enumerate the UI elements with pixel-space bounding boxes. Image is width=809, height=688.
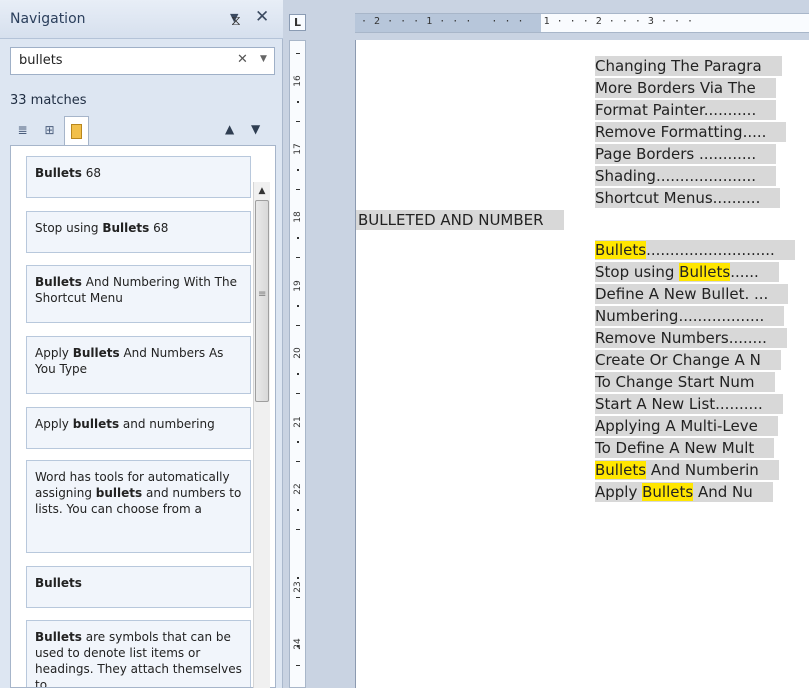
ruler-tick xyxy=(296,189,300,190)
toc-entry[interactable]: Changing The Paragra xyxy=(595,56,782,76)
search-options-icon[interactable]: ▼ xyxy=(260,54,267,64)
toc-entry[interactable]: Bullets........................... xyxy=(595,240,795,260)
ruler-dot xyxy=(297,373,299,375)
ruler-number: 16 xyxy=(293,75,303,87)
search-result-item[interactable]: Bullets And Numbering With The Shortcut … xyxy=(26,265,251,323)
toc-entry[interactable]: To Define A New Mult xyxy=(595,438,775,458)
tab-browse-pages[interactable]: ⊞ xyxy=(37,116,62,143)
results-icon xyxy=(71,123,82,139)
ruler-dot xyxy=(297,237,299,239)
headings-icon: ≣ xyxy=(17,122,28,137)
ruler-number: 18 xyxy=(293,211,303,223)
clear-search-icon[interactable]: ✕ xyxy=(237,52,248,67)
toc-entry[interactable]: Remove Formatting..... xyxy=(595,122,787,142)
toc-entry[interactable]: Numbering.................. xyxy=(595,306,785,326)
horizontal-ruler[interactable]: · 2 · · · 1 · · · · · · 1 · · · 2 · · · … xyxy=(355,13,809,33)
tab-browse-results[interactable] xyxy=(64,116,89,146)
previous-result-icon[interactable]: ▲ xyxy=(225,122,234,136)
search-results-list: Bullets 68 Stop using Bullets 68 Bullets… xyxy=(10,145,276,688)
toc-entry[interactable]: Shading..................... xyxy=(595,166,777,186)
next-result-icon[interactable]: ▼ xyxy=(251,122,260,136)
search-result-item[interactable]: Word has tools for automatically assigni… xyxy=(26,460,251,553)
toc-entry[interactable]: Create Or Change A N xyxy=(595,350,781,370)
tab-selector-button[interactable]: L xyxy=(289,14,306,31)
ruler-dot xyxy=(297,305,299,307)
ruler-tick xyxy=(296,529,300,530)
close-pane-icon[interactable]: ✕ xyxy=(255,7,269,27)
search-result-item[interactable]: Apply Bullets And Numbers As You Type xyxy=(26,336,251,394)
ruler-tick xyxy=(296,257,300,258)
search-result-item[interactable]: Apply bullets and numbering xyxy=(26,407,251,449)
ruler-tick xyxy=(296,121,300,122)
ruler-tick xyxy=(296,597,300,598)
navigation-title: Navigation xyxy=(10,11,86,27)
ruler-number: 17 xyxy=(293,143,303,155)
toc-entry[interactable]: Define A New Bullet. ... xyxy=(595,284,789,304)
search-result-item[interactable]: Bullets 68 xyxy=(26,156,251,198)
toc-entry[interactable]: Bullets And Numberin xyxy=(595,460,779,480)
results-scrollbar[interactable]: ▲ ≡ xyxy=(253,182,270,688)
ruler-number: 21 xyxy=(293,416,303,428)
search-result-item[interactable]: Bullets are symbols that can be used to … xyxy=(26,620,251,687)
scrollbar-thumb[interactable]: ≡ xyxy=(255,200,269,402)
toc-entry[interactable]: Shortcut Menus.......... xyxy=(595,188,781,208)
toc-entry[interactable]: To Change Start Num xyxy=(595,372,775,392)
ruler-tick xyxy=(296,393,300,394)
toc-entry[interactable]: Format Painter........... xyxy=(595,100,777,120)
grip-icon: ≡ xyxy=(258,289,267,300)
pages-icon: ⊞ xyxy=(44,122,55,137)
indent-marker-icon[interactable]: ⧖ xyxy=(231,13,241,29)
match-count: 33 matches xyxy=(10,93,87,108)
search-highlight: Bullets xyxy=(642,483,694,501)
ruler-number: 23 xyxy=(293,581,303,593)
search-input[interactable] xyxy=(19,53,219,68)
search-highlight: Bullets xyxy=(595,461,647,479)
search-result-item[interactable]: Stop using Bullets 68 xyxy=(26,211,251,253)
search-box[interactable]: ✕ ▼ xyxy=(10,47,275,75)
toc-entry[interactable]: Page Borders ............ xyxy=(595,144,777,164)
search-result-item[interactable]: Bullets xyxy=(26,566,251,608)
document-page[interactable]: Changing The Paragra More Borders Via Th… xyxy=(355,40,809,688)
ruler-dot xyxy=(297,101,299,103)
ruler-dot xyxy=(297,645,299,647)
toc-entry[interactable]: Apply Bullets And Nu xyxy=(595,482,773,502)
search-highlight: Bullets xyxy=(679,263,731,281)
ruler-tick xyxy=(296,461,300,462)
navigation-pane: Navigation ▼ ✕ ✕ ▼ 33 matches ≣ ⊞ ▲ ▼ Bu… xyxy=(0,0,283,688)
ruler-tick xyxy=(296,325,300,326)
ruler-number: 22 xyxy=(293,483,303,495)
ruler-number: 19 xyxy=(293,280,303,292)
toc-section-heading[interactable]: BULLETED AND NUMBER xyxy=(356,210,564,230)
scroll-up-icon[interactable]: ▲ xyxy=(254,182,270,199)
ruler-dot xyxy=(297,441,299,443)
ruler-tick xyxy=(296,665,300,666)
ruler-tick xyxy=(296,53,300,54)
ruler-number: 20 xyxy=(293,347,303,359)
search-highlight: Bullets xyxy=(595,241,647,259)
tab-browse-headings[interactable]: ≣ xyxy=(10,116,35,143)
ruler-tick-labels: · 2 · · · 1 · · · · · · 1 · · · 2 · · · … xyxy=(361,16,694,27)
toc-entry[interactable]: Start A New List.......... xyxy=(595,394,783,414)
ruler-dot xyxy=(297,169,299,171)
ruler-number: 24 xyxy=(293,638,303,650)
vertical-ruler[interactable]: 16 17 18 19 20 21 22 23 24 xyxy=(289,40,306,688)
toc-entry[interactable]: Stop using Bullets...... xyxy=(595,262,779,282)
ruler-dot xyxy=(297,577,299,579)
toc-entry[interactable]: Applying A Multi-Leve xyxy=(595,416,778,436)
toc-entry[interactable]: Remove Numbers........ xyxy=(595,328,787,348)
ruler-dot xyxy=(297,509,299,511)
toc-entry[interactable]: More Borders Via The xyxy=(595,78,776,98)
